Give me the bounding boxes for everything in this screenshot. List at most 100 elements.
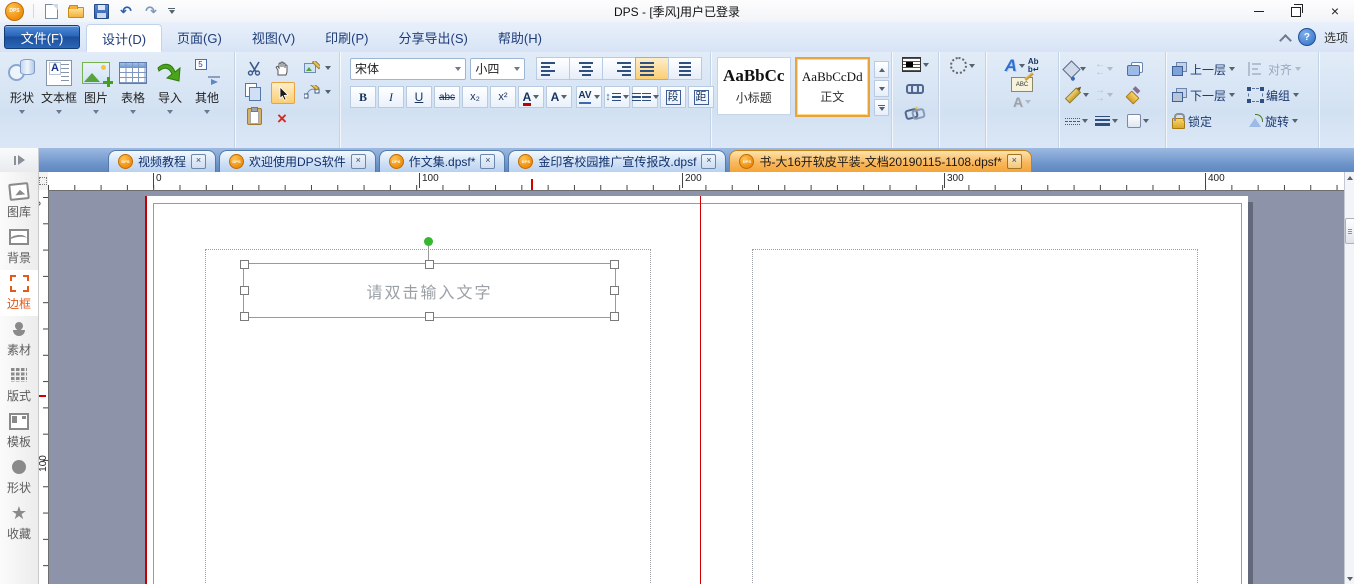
sidebar-item-favorites[interactable]: ★ 收藏 — [0, 500, 38, 546]
indent-increase-button[interactable]: → → — [1095, 86, 1113, 104]
picture-tool-button[interactable] — [301, 58, 331, 78]
scroll-down-icon[interactable] — [1346, 575, 1353, 582]
resize-handle-s[interactable] — [425, 312, 434, 321]
close-tab-icon[interactable]: × — [701, 154, 717, 169]
tab-design[interactable]: 设计(D) — [86, 24, 163, 52]
resize-handle-e[interactable] — [610, 286, 619, 295]
rotate-button[interactable]: 旋转 — [1248, 113, 1316, 130]
resize-handle-w[interactable] — [240, 286, 249, 295]
lock-button[interactable]: 锁定 — [1172, 113, 1248, 130]
wordart-effect-button[interactable]: A — [1013, 95, 1032, 109]
file-menu-button[interactable]: 文件(F) — [4, 25, 80, 49]
restore-button[interactable] — [1278, 0, 1316, 22]
align-button[interactable]: 对齐 — [1248, 61, 1316, 78]
vertical-scrollbar[interactable] — [1344, 172, 1354, 584]
rotation-handle[interactable] — [424, 237, 433, 246]
pan-hand-button[interactable] — [271, 58, 293, 78]
doc-tab-video-tutorial[interactable]: DPS 视频教程 × — [108, 150, 217, 172]
dash-style-button[interactable] — [1065, 117, 1088, 125]
minimize-button[interactable] — [1240, 0, 1278, 22]
quick-access-customize-button[interactable] — [168, 8, 175, 14]
resize-handle-ne[interactable] — [610, 260, 619, 269]
indent-decrease-button[interactable]: ← ← — [1095, 60, 1113, 78]
new-document-button[interactable] — [43, 3, 59, 19]
font-size-select[interactable]: 小四 — [470, 57, 525, 80]
format-painter-button[interactable] — [1127, 89, 1140, 102]
tab-print[interactable]: 印刷(P) — [310, 22, 383, 52]
text-wrap-button[interactable] — [901, 57, 929, 72]
gallery-scroll-down-button[interactable] — [874, 80, 889, 97]
select-tool-button[interactable] — [271, 82, 295, 104]
save-button[interactable] — [93, 3, 109, 19]
undo-button[interactable]: ↶ — [118, 3, 134, 19]
horizontal-ruler[interactable]: 0 100 200 300 400 — [48, 172, 1345, 191]
collapse-ribbon-icon[interactable] — [1281, 34, 1290, 40]
redo-button[interactable]: ↷ — [143, 3, 159, 19]
delete-button[interactable]: × — [271, 108, 293, 128]
justify-button[interactable] — [635, 57, 669, 80]
unlink-textboxes-button[interactable]: ✳ — [904, 102, 926, 122]
text-style-body[interactable]: AaBbCcDd 正文 — [794, 57, 870, 117]
close-tab-icon[interactable]: × — [1006, 154, 1022, 169]
resize-handle-se[interactable] — [610, 312, 619, 321]
layer-style-button[interactable] — [1127, 62, 1143, 76]
open-document-button[interactable] — [68, 3, 84, 19]
insert-import-button[interactable]: 导入 — [152, 56, 188, 152]
line-spacing-button[interactable]: ↕ — [604, 86, 630, 108]
sidebar-item-border[interactable]: 边框 — [0, 270, 38, 316]
scrollbar-thumb[interactable] — [1345, 218, 1354, 244]
help-icon[interactable]: ? — [1297, 28, 1316, 46]
align-left-button[interactable] — [536, 57, 570, 80]
doc-tab-campus-poster[interactable]: DPS 金印客校园推广宣传报改.dpsf × — [508, 150, 727, 172]
bring-forward-button[interactable]: 上一层 — [1172, 61, 1248, 78]
group-objects-button[interactable]: 编组 — [1247, 87, 1316, 104]
resize-handle-n[interactable] — [425, 260, 434, 269]
insert-other-button[interactable]: 5 其他 — [189, 56, 225, 152]
node-edit-button[interactable] — [301, 82, 331, 102]
gallery-more-button[interactable] — [874, 99, 889, 116]
link-textboxes-button[interactable] — [904, 77, 926, 97]
doc-tab-welcome[interactable]: DPS 欢迎使用DPS软件 × — [219, 150, 376, 172]
bold-button[interactable]: B — [350, 86, 376, 108]
resize-handle-nw[interactable] — [240, 260, 249, 269]
sidebar-item-layout[interactable]: 版式 — [0, 362, 38, 408]
italic-button[interactable]: I — [378, 86, 404, 108]
doc-tab-composition[interactable]: DPS 作文集.dpsf* × — [378, 150, 506, 172]
text-box-placeholder[interactable]: 请双击输入文字 — [366, 279, 492, 303]
edit-text-button[interactable]: ABC — [1011, 77, 1033, 92]
sidebar-item-template[interactable]: 模板 — [0, 408, 38, 454]
insert-textbox-button[interactable]: A 文本框 — [41, 56, 77, 152]
close-tab-icon[interactable]: × — [191, 154, 207, 169]
doc-tab-book-active[interactable]: DPS 书-大16开软皮平装-文档20190115-1108.dpsf* × — [729, 150, 1032, 172]
character-spacing-button[interactable]: AV — [576, 86, 602, 108]
tab-help[interactable]: 帮助(H) — [483, 22, 557, 52]
underline-button[interactable]: U — [406, 86, 432, 108]
font-color-button[interactable]: A — [518, 86, 544, 108]
tab-view[interactable]: 视图(V) — [237, 22, 310, 52]
text-path-button[interactable] — [949, 57, 975, 74]
align-center-button[interactable] — [569, 57, 603, 80]
font-name-select[interactable]: 宋体 — [350, 57, 467, 80]
insert-shape-button[interactable]: 形状 — [4, 56, 40, 152]
subscript-button[interactable]: x₂ — [462, 86, 488, 108]
gallery-scroll-up-button[interactable] — [874, 61, 889, 78]
wordart-style-button[interactable]: A — [1005, 57, 1025, 74]
sidebar-item-gallery[interactable]: 图库 — [0, 178, 38, 224]
fill-color-button[interactable] — [1062, 59, 1086, 79]
superscript-button[interactable]: x² — [490, 86, 516, 108]
sidebar-item-background[interactable]: 背景 — [0, 224, 38, 270]
text-effect-button[interactable]: A — [546, 86, 572, 108]
align-right-button[interactable] — [602, 57, 636, 80]
dps-logo-icon[interactable]: DPS — [5, 1, 24, 21]
options-button[interactable]: 选项 — [1324, 29, 1348, 46]
cut-button[interactable] — [243, 58, 265, 78]
insert-table-button[interactable]: 表格 — [115, 56, 151, 152]
text-direction-button[interactable]: Ab b↵ — [1028, 57, 1040, 74]
close-button[interactable]: × — [1316, 0, 1354, 22]
paste-button[interactable] — [243, 106, 265, 126]
resize-handle-sw[interactable] — [240, 312, 249, 321]
design-canvas[interactable]: 请双击输入文字 — [48, 190, 1345, 584]
transparency-button[interactable] — [1127, 114, 1149, 128]
send-backward-button[interactable]: 下一层 — [1172, 87, 1248, 104]
columns-button[interactable] — [631, 86, 659, 108]
